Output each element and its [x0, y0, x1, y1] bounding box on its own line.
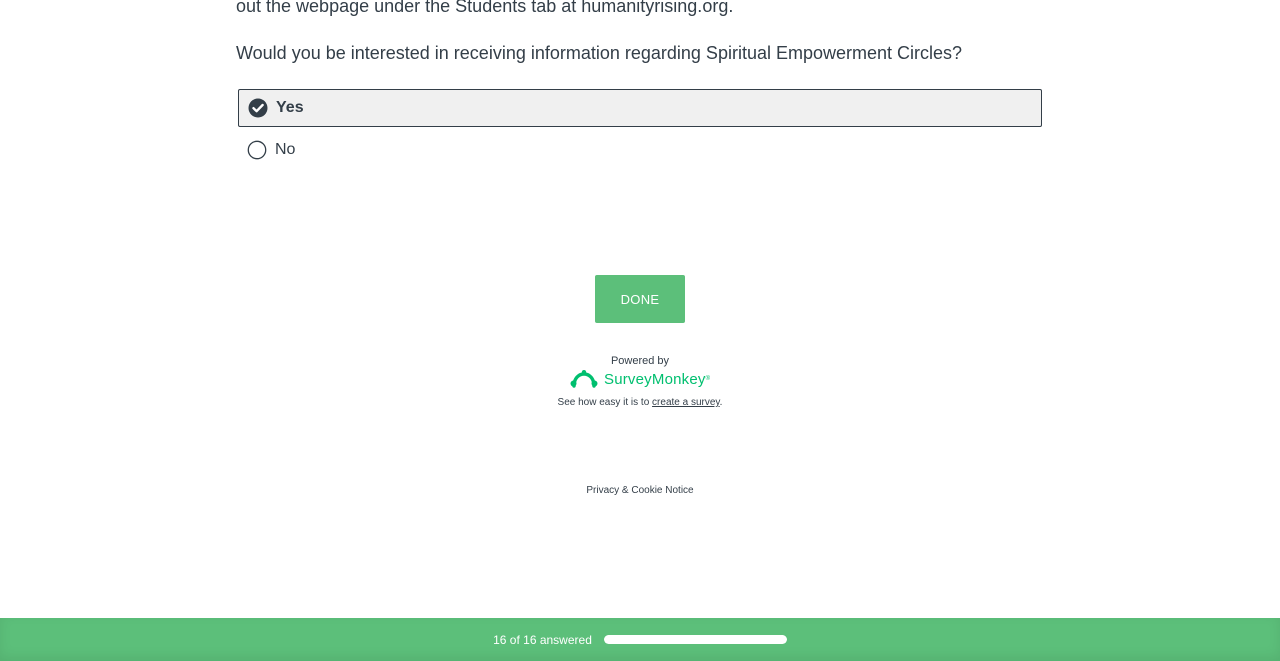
option-yes-label: Yes	[276, 99, 304, 116]
privacy-cookie-link[interactable]: Privacy & Cookie Notice	[586, 485, 693, 496]
radio-empty-icon	[247, 140, 267, 160]
brand-name: SurveyMonkey	[603, 370, 706, 388]
option-no-label: No	[275, 141, 296, 158]
surveymonkey-logo-icon	[570, 370, 598, 388]
survey-page: out the webpage under the Students tab a…	[0, 0, 1280, 661]
question-title: Would you be interested in receiving inf…	[236, 43, 963, 63]
progress-text: 16 of 16 answered	[493, 632, 592, 647]
option-yes[interactable]: Yes	[238, 89, 1042, 127]
progress-footer: 16 of 16 answered	[0, 618, 1280, 661]
previous-question-text: out the webpage under the Students tab a…	[236, 0, 734, 16]
privacy-notice: Privacy & Cookie Notice	[0, 485, 1280, 496]
progress-bar-fill	[603, 635, 787, 644]
surveymonkey-logo[interactable]: SurveyMonkey ®	[0, 369, 1280, 389]
checkmark-circle-icon	[248, 98, 268, 118]
progress-bar	[603, 635, 787, 644]
create-survey-cta: See how easy it is to create a survey.	[0, 397, 1280, 408]
create-survey-link[interactable]: create a survey	[652, 397, 720, 408]
cta-prefix: See how easy it is to	[557, 397, 653, 408]
done-button[interactable]: DONE	[595, 275, 685, 323]
option-no[interactable]: No	[238, 131, 1042, 169]
cta-suffix: .	[719, 397, 723, 408]
powered-by-text: Powered by	[610, 355, 670, 367]
brand-trademark: ®	[705, 376, 711, 382]
